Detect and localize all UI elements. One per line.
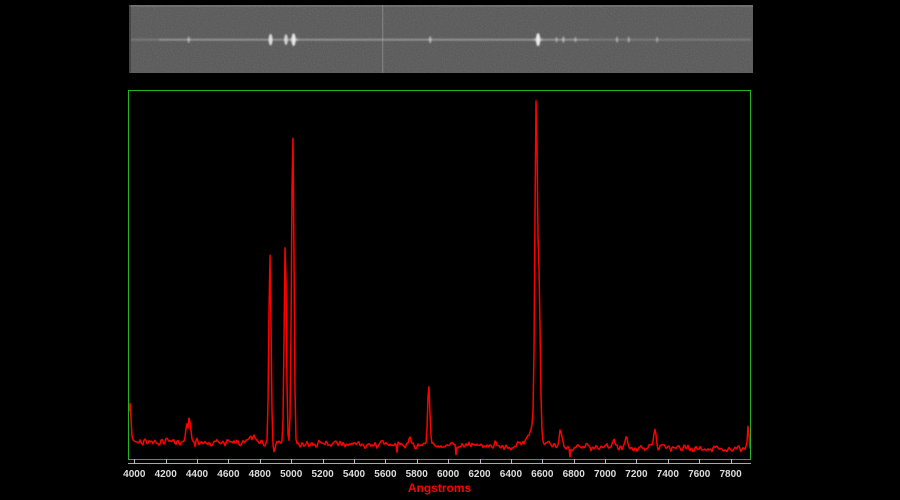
axis-tick bbox=[605, 459, 606, 464]
axis-tick bbox=[699, 459, 700, 464]
axis-tick-label: 6200 bbox=[468, 469, 490, 480]
spectrum-line bbox=[129, 101, 750, 457]
axis-tick bbox=[574, 459, 575, 464]
axis-tick bbox=[385, 459, 386, 464]
axis-tick-label: 5800 bbox=[406, 469, 428, 480]
axis-tick bbox=[480, 459, 481, 464]
axis-tick bbox=[636, 459, 637, 464]
axis-tick-label: 4000 bbox=[123, 469, 145, 480]
axis-title: Angstroms bbox=[128, 481, 751, 495]
axis-tick-label: 5600 bbox=[374, 469, 396, 480]
axis-tick-label: 7000 bbox=[594, 469, 616, 480]
axis-tick-label: 4200 bbox=[155, 469, 177, 480]
axis-tick-label: 4600 bbox=[217, 469, 239, 480]
spectrum-trace bbox=[129, 91, 750, 459]
axis-tick-label: 7600 bbox=[688, 469, 710, 480]
axis-tick bbox=[542, 459, 543, 464]
axis-line bbox=[128, 463, 751, 464]
axis-tick bbox=[511, 459, 512, 464]
axis-tick bbox=[448, 459, 449, 464]
axis-tick-label: 6600 bbox=[531, 469, 553, 480]
axis-tick bbox=[228, 459, 229, 464]
axis-tick bbox=[197, 459, 198, 464]
axis-tick-label: 5200 bbox=[311, 469, 333, 480]
axis-tick bbox=[731, 459, 732, 464]
axis-tick-label: 6000 bbox=[437, 469, 459, 480]
axis-tick bbox=[417, 459, 418, 464]
axis-tick-label: 5000 bbox=[280, 469, 302, 480]
spectroscopy-screen: 4000 4200 4400 4600 4800 5000 5200 5400 5600 5800… bbox=[0, 0, 900, 500]
axis-tick-label: 6400 bbox=[500, 469, 522, 480]
axis-tick bbox=[323, 459, 324, 464]
axis-tick-label: 4400 bbox=[186, 469, 208, 480]
spectrum-2d-strip[interactable] bbox=[129, 5, 753, 73]
axis-tick-label: 6800 bbox=[563, 469, 585, 480]
axis-tick-label: 4800 bbox=[249, 469, 271, 480]
axis-tick bbox=[354, 459, 355, 464]
axis-tick bbox=[291, 459, 292, 464]
axis-tick-label: 7400 bbox=[657, 469, 679, 480]
spectrum-plot-frame[interactable] bbox=[128, 90, 751, 460]
axis-tick bbox=[134, 459, 135, 464]
axis-tick bbox=[260, 459, 261, 464]
axis-tick bbox=[166, 459, 167, 464]
axis-tick bbox=[668, 459, 669, 464]
axis-tick-label: 5400 bbox=[343, 469, 365, 480]
axis-tick-label: 7200 bbox=[625, 469, 647, 480]
axis-tick-label: 7800 bbox=[719, 469, 741, 480]
spectrum-2d-image bbox=[129, 5, 753, 73]
